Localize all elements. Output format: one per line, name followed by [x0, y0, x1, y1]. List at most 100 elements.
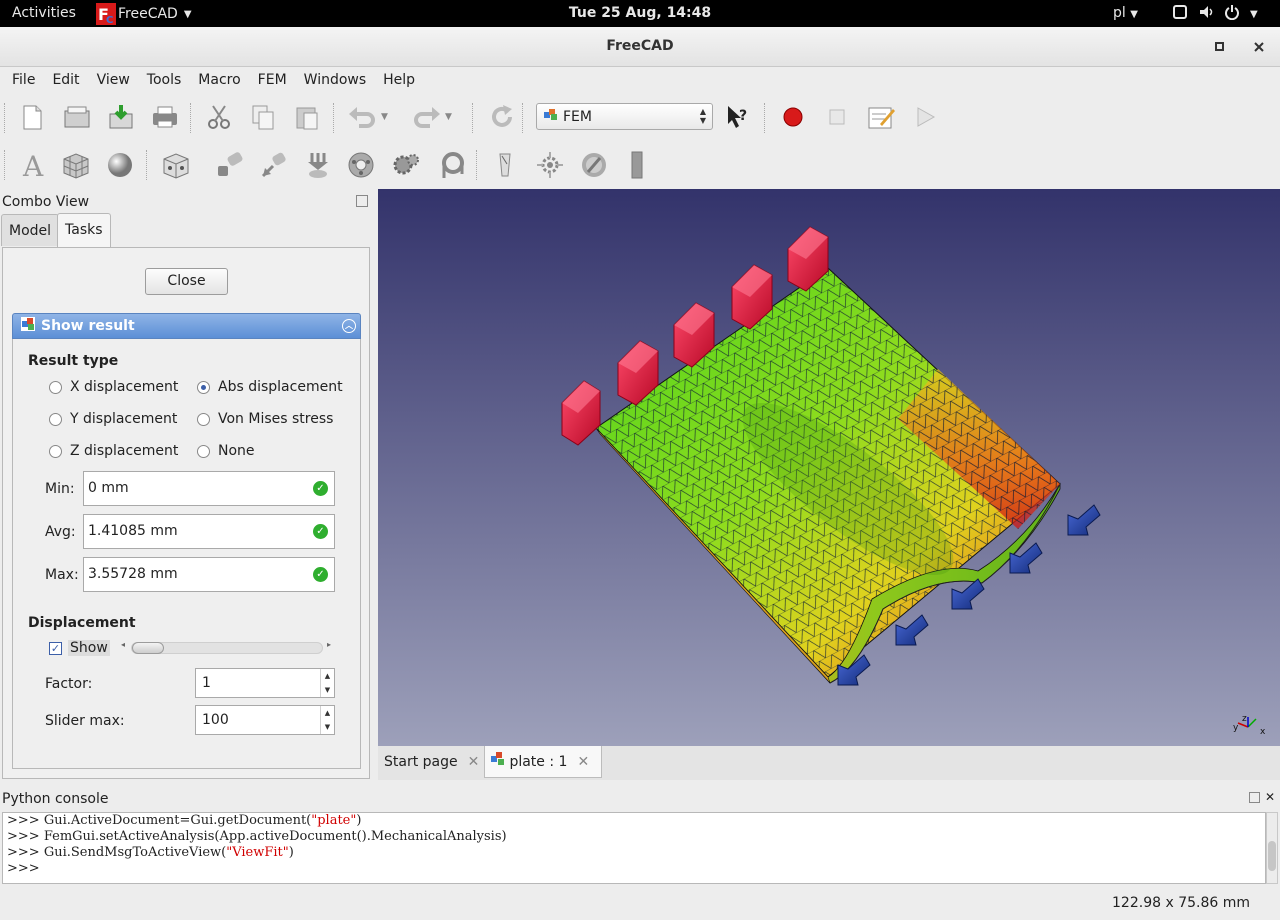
force-constraint-arrow[interactable]	[951, 578, 985, 610]
undock-button[interactable]	[1249, 792, 1260, 803]
slider-max-spinbox[interactable]: 100 ▲ ▼	[195, 705, 335, 735]
stop-macro-icon[interactable]	[822, 102, 852, 132]
undo-dropdown-icon[interactable]: ▼	[381, 102, 411, 132]
menu-file[interactable]: File	[12, 67, 35, 93]
radio-abs-displacement-label[interactable]: Abs displacement	[218, 379, 343, 395]
window-icon[interactable]	[1172, 4, 1188, 24]
fixed-constraint-icon[interactable]	[216, 150, 246, 180]
pressure-constraint-icon[interactable]	[303, 150, 333, 180]
bearing-constraint-icon[interactable]	[346, 150, 376, 180]
toolbar-handle[interactable]	[4, 103, 6, 133]
show-label[interactable]: Show	[68, 640, 110, 656]
spin-arrows-icon[interactable]: ▲ ▼	[320, 669, 334, 697]
material-icon[interactable]	[105, 150, 135, 180]
purge-results-icon[interactable]	[579, 150, 609, 180]
radio-abs-displacement[interactable]	[197, 381, 210, 394]
restore-button[interactable]	[1212, 39, 1228, 55]
menu-macro[interactable]: Macro	[198, 67, 240, 93]
print-icon[interactable]	[150, 102, 180, 132]
radio-none-label[interactable]: None	[218, 443, 255, 459]
clock[interactable]: Tue 25 Aug, 14:48	[0, 5, 1280, 21]
radio-x-displacement[interactable]	[49, 381, 62, 394]
save-icon[interactable]	[106, 102, 136, 132]
slider-thumb[interactable]	[132, 642, 164, 654]
gear-constraint-icon[interactable]	[391, 150, 421, 180]
collapse-icon[interactable]: ︿	[342, 319, 356, 333]
close-window-button[interactable]	[1251, 39, 1267, 55]
3d-viewport[interactable]: x z y	[378, 189, 1280, 746]
menu-edit[interactable]: Edit	[52, 67, 79, 93]
radio-von-mises-label[interactable]: Von Mises stress	[218, 411, 333, 427]
show-result-icon[interactable]	[622, 150, 652, 180]
analysis-icon[interactable]: A	[18, 150, 48, 183]
whats-this-icon[interactable]: ?	[722, 102, 752, 132]
execute-macro-icon[interactable]	[910, 102, 940, 132]
fixed-constraint-marker[interactable]	[561, 380, 601, 446]
min-field[interactable]: 0 mm ✓	[83, 471, 335, 506]
tab-start-page[interactable]: Start page ✕	[378, 746, 482, 778]
volume-icon[interactable]	[1198, 4, 1214, 24]
cut-icon[interactable]	[204, 102, 234, 132]
undock-button[interactable]	[356, 195, 368, 207]
force-constraint-icon[interactable]	[259, 150, 289, 180]
close-tab-icon[interactable]: ✕	[577, 754, 589, 770]
new-document-icon[interactable]	[17, 102, 47, 132]
tab-model[interactable]: Model	[1, 214, 60, 246]
paste-icon[interactable]	[292, 102, 322, 132]
force-constraint-arrow[interactable]	[895, 614, 929, 646]
radio-z-displacement[interactable]	[49, 445, 62, 458]
power-icon[interactable]	[1224, 4, 1240, 24]
radio-y-displacement[interactable]	[49, 413, 62, 426]
radio-von-mises[interactable]	[197, 413, 210, 426]
radio-y-displacement-label[interactable]: Y displacement	[70, 411, 177, 427]
close-button[interactable]: Close	[145, 268, 228, 295]
show-result-header[interactable]: Show result ︿	[12, 313, 361, 339]
slider-left-arrow-icon[interactable]: ◂	[121, 640, 125, 649]
copy-icon[interactable]	[248, 102, 278, 132]
redo-icon[interactable]	[412, 102, 442, 132]
radio-z-displacement-label[interactable]: Z displacement	[70, 443, 178, 459]
factor-spinbox[interactable]: 1 ▲ ▼	[195, 668, 335, 698]
fem-result-model[interactable]: x z y	[378, 189, 1280, 746]
toolbar-separator	[476, 150, 478, 180]
refresh-icon[interactable]	[487, 102, 517, 132]
tab-tasks[interactable]: Tasks	[57, 213, 111, 247]
console-scrollbar[interactable]	[1266, 812, 1278, 884]
window-titlebar[interactable]: FreeCAD	[0, 27, 1280, 67]
chevron-down-icon[interactable]: ▼	[1250, 9, 1258, 20]
solver-settings-icon[interactable]	[490, 150, 520, 180]
radio-none[interactable]	[197, 445, 210, 458]
record-macro-icon[interactable]	[778, 102, 808, 132]
menu-tools[interactable]: Tools	[147, 67, 182, 93]
close-icon[interactable]: ✕	[1265, 790, 1275, 804]
menu-windows[interactable]: Windows	[304, 67, 367, 93]
tab-plate[interactable]: plate : 1 ✕	[484, 746, 602, 778]
menu-help[interactable]: Help	[383, 67, 415, 93]
slider-right-arrow-icon[interactable]: ▸	[327, 640, 331, 649]
create-node-set-icon[interactable]	[161, 150, 191, 180]
mesh-icon[interactable]	[61, 150, 91, 180]
workbench-select[interactable]: FEM ▲ ▼	[536, 103, 713, 130]
show-checkbox[interactable]: ✓	[49, 642, 62, 655]
redo-dropdown-icon[interactable]: ▼	[445, 102, 475, 132]
console-line[interactable]: >>>	[3, 861, 1265, 877]
pulley-constraint-icon[interactable]	[436, 150, 466, 180]
spin-arrows-icon[interactable]: ▲ ▼	[320, 706, 334, 734]
edit-macro-icon[interactable]	[866, 102, 896, 132]
undo-icon[interactable]	[347, 102, 377, 132]
system-tray[interactable]: ▼	[1172, 4, 1258, 24]
radio-x-displacement-label[interactable]: X displacement	[70, 379, 178, 395]
menu-view[interactable]: View	[97, 67, 130, 93]
displacement-slider[interactable]	[131, 642, 323, 654]
force-constraint-arrow[interactable]	[1067, 504, 1101, 536]
python-console[interactable]: >>> Gui.ActiveDocument=Gui.getDocument("…	[2, 812, 1266, 884]
toolbar-handle[interactable]	[4, 150, 6, 180]
close-tab-icon[interactable]: ✕	[468, 754, 480, 770]
scrollbar-thumb[interactable]	[1268, 841, 1276, 871]
keyboard-layout[interactable]: pl ▼	[1113, 5, 1138, 21]
run-solver-icon[interactable]	[535, 150, 565, 180]
open-folder-icon[interactable]	[62, 102, 92, 132]
avg-field[interactable]: 1.41085 mm ✓	[83, 514, 335, 549]
menu-fem[interactable]: FEM	[258, 67, 287, 93]
max-field[interactable]: 3.55728 mm ✓	[83, 557, 335, 592]
